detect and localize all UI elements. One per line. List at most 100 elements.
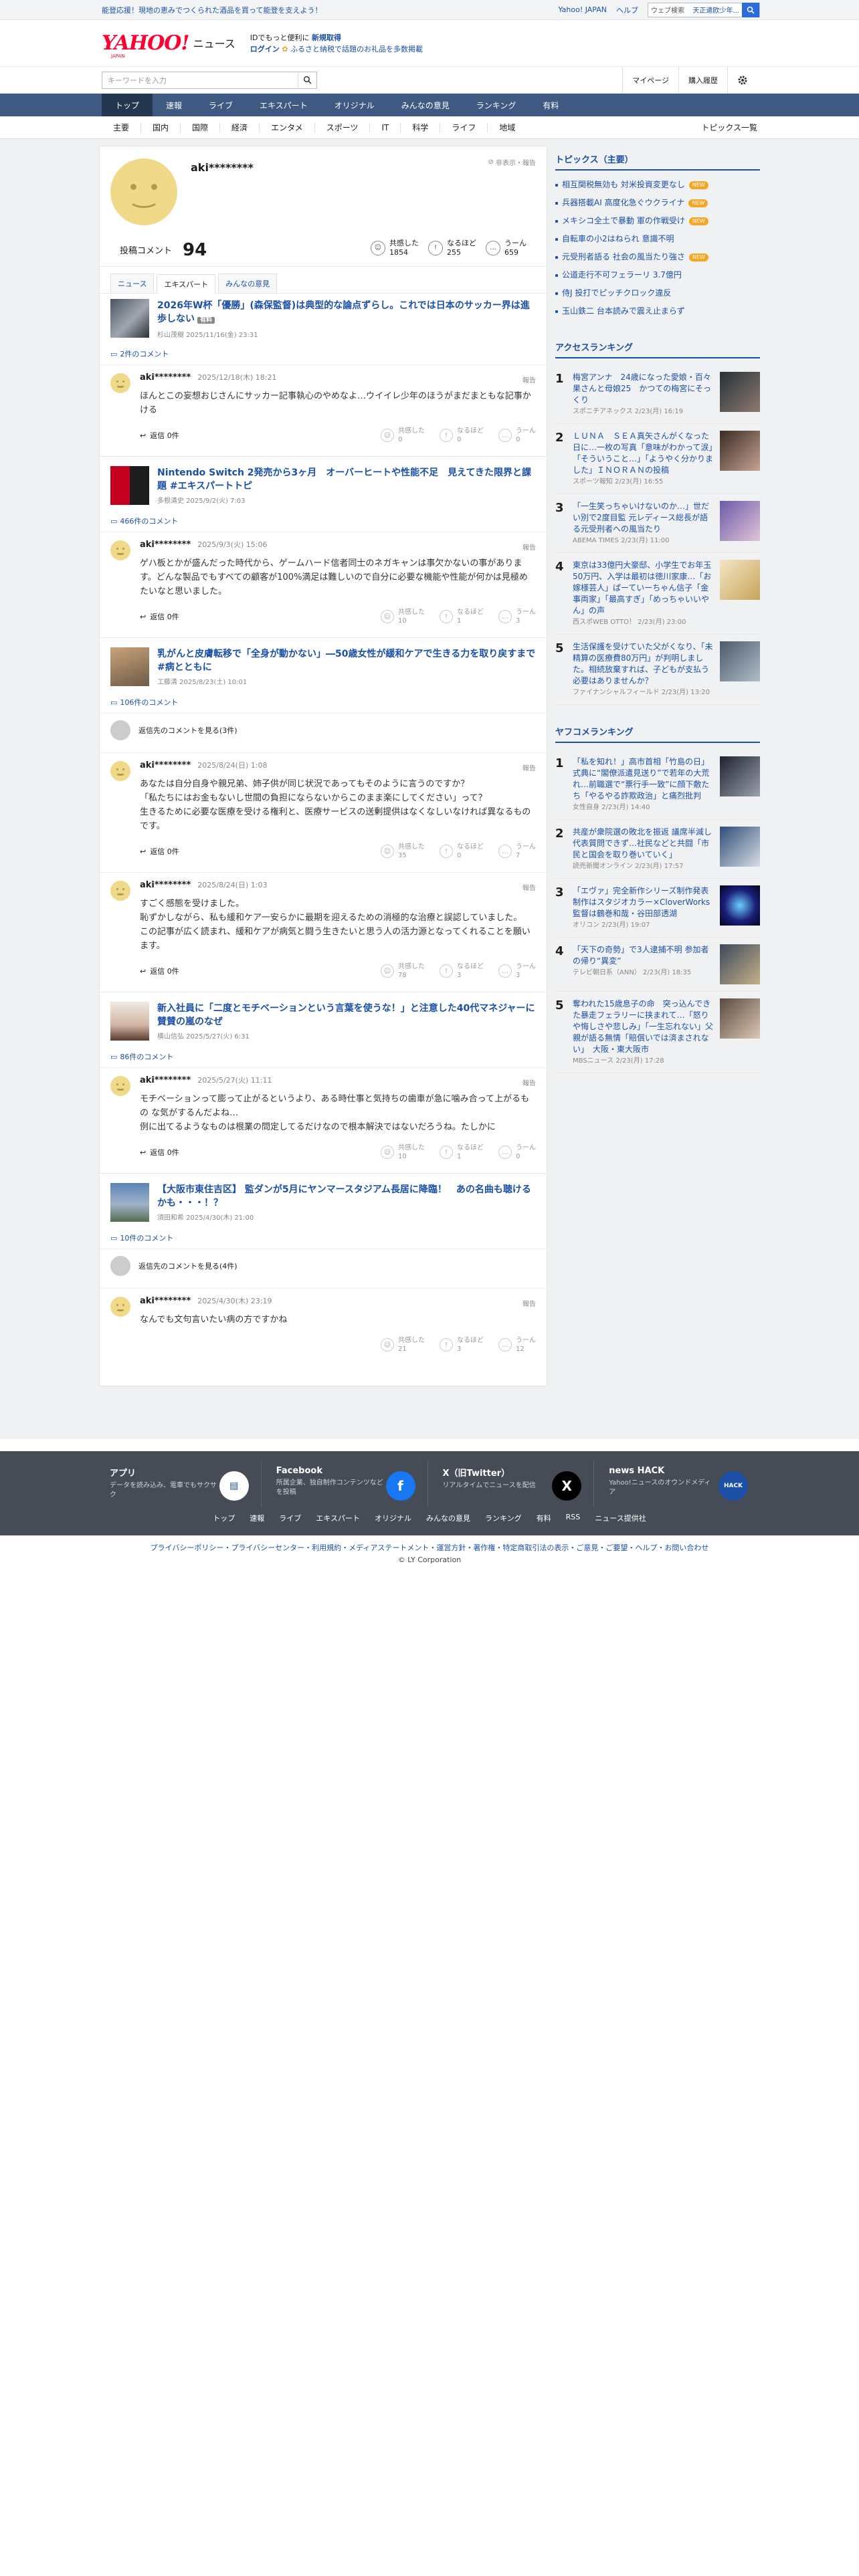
- history-link[interactable]: 購入履歴: [678, 66, 727, 94]
- ranking-item[interactable]: 5 奪われた15歳息子の命 突っ込んできた暴走フェラリーに挟まれて…「怒りや悔しさ…: [555, 992, 760, 1073]
- vote-hmm[interactable]: … うーん 0: [498, 427, 536, 444]
- newshack-card[interactable]: news HACK Yahoo!ニュースのオウンドメディア HACK: [601, 1461, 760, 1507]
- article-link[interactable]: 2026年W杯「優勝」(森保監督)は典型的な論点ずらし。これでは日本のサッカー界…: [110, 299, 536, 339]
- promo-link[interactable]: 能登応援！現地の恵みでつくられた酒品を買って能登を支えよう！: [102, 5, 322, 15]
- parent-comments-link[interactable]: 返信先のコメントを見る(3件): [100, 713, 547, 747]
- policy-links[interactable]: プライバシーポリシー・プライバシーセンター・利用規約・メディアステートメント・運…: [0, 1542, 859, 1553]
- report-link[interactable]: 報告: [522, 1298, 536, 1308]
- reply-button[interactable]: ↩ 返信 0件: [140, 1147, 179, 1158]
- vote-hmm[interactable]: … うーん 3: [498, 608, 536, 625]
- topic-item[interactable]: 兵器搭載AI 高度化急ぐウクライナ NEW: [555, 194, 760, 212]
- nav-expert[interactable]: エキスパート: [246, 94, 321, 116]
- vote-hmm[interactable]: … うーん 3: [498, 962, 536, 980]
- footer-link[interactable]: エキスパート: [316, 1513, 360, 1523]
- report-link[interactable]: 報告: [522, 762, 536, 772]
- report-link[interactable]: 報告: [522, 374, 536, 385]
- footer-link[interactable]: ランキング: [485, 1513, 522, 1523]
- ranking-item[interactable]: 3 「エヴァ」完全新作シリーズ制作発表 制作はスタジオカラー×CloverWork…: [555, 879, 760, 938]
- login-link[interactable]: ログイン: [250, 45, 280, 53]
- reply-button[interactable]: ↩ 返信 0件: [140, 846, 179, 857]
- comment-count-link[interactable]: ▭ 2件のコメント: [110, 348, 536, 359]
- topic-item[interactable]: 相互関税無効も 対米投資変更なし NEW: [555, 176, 760, 194]
- help-link[interactable]: ヘルプ: [616, 5, 638, 15]
- web-search-suggest[interactable]: 天正遣欧少年...: [692, 5, 739, 15]
- vote-insightful[interactable]: ! なるほど 0: [440, 843, 484, 860]
- article-link[interactable]: 新入社員に「二度とモチベーションという言葉を使うな！」と注意した40代マネジャー…: [110, 1002, 536, 1042]
- report-link[interactable]: 報告: [522, 1077, 536, 1087]
- signup-link[interactable]: 新規取得: [312, 33, 341, 42]
- nav-top[interactable]: トップ: [102, 94, 153, 116]
- vote-insightful[interactable]: ! なるほど 1: [440, 608, 484, 625]
- cat-main[interactable]: 主要: [102, 122, 142, 132]
- topic-item[interactable]: 元受刑者語る 社会の風当たり強さ NEW: [555, 248, 760, 266]
- comment-count-link[interactable]: ▭ 86件のコメント: [110, 1051, 536, 1062]
- article-link[interactable]: 乳がんと皮膚転移で「全身が動かない」―50歳女性が緩和ケアで生きる力を取り戻すま…: [110, 647, 536, 687]
- x-card[interactable]: X（旧Twitter） リアルタイムでニュースを配信 X: [435, 1461, 595, 1507]
- comment-count-link[interactable]: ▭ 466件のコメント: [110, 516, 536, 526]
- topics-list-link[interactable]: トピックス一覧: [701, 122, 757, 133]
- topic-item[interactable]: メキシコ全土で暴動 軍の作戦受け NEW: [555, 212, 760, 230]
- cat-sports[interactable]: スポーツ: [315, 122, 371, 132]
- vote-agree[interactable]: ☺ 共感した 10: [381, 1144, 425, 1161]
- hide-report-link[interactable]: ⊘ 非表示・報告: [488, 157, 536, 167]
- keyword-search-button[interactable]: [298, 72, 316, 88]
- footer-link[interactable]: 有料: [537, 1513, 551, 1523]
- footer-link[interactable]: RSS: [566, 1513, 581, 1523]
- ranking-item[interactable]: 3 「一生笑っちゃいけないのか…」世だい別で2度目監 元レディース総長が語る元受刑…: [555, 494, 760, 553]
- article-link[interactable]: 【大阪市東住吉区】 監ダンが5月にヤンマースタジアム長居に降臨！ あの名曲も聴け…: [110, 1183, 536, 1223]
- app-card[interactable]: アプリ データを読み込み、電車でもサクサク ▤: [102, 1461, 262, 1507]
- vote-agree[interactable]: ☺ 共感した 21: [381, 1336, 425, 1354]
- vote-hmm[interactable]: … うーん 12: [498, 1336, 536, 1354]
- topic-item[interactable]: 侍J 投打でピッチクロック違反: [555, 284, 760, 302]
- footer-link[interactable]: トップ: [213, 1513, 235, 1523]
- topic-item[interactable]: 公道走行不可フェラーリ 3.7億円: [555, 266, 760, 284]
- tab-news[interactable]: ニュース: [110, 274, 155, 293]
- ranking-item[interactable]: 2 ＬＵＮＡ ＳＥＡ真矢さんがくなった日に…一枚の写真「意味がわかって涙」「そうい…: [555, 424, 760, 494]
- nav-breaking[interactable]: 速報: [153, 94, 195, 116]
- footer-link[interactable]: ニュース提供社: [595, 1513, 646, 1523]
- vote-insightful[interactable]: ! なるほど 1: [440, 1144, 484, 1161]
- vote-hmm[interactable]: … うーん 7: [498, 843, 536, 860]
- nav-paid[interactable]: 有料: [529, 94, 572, 116]
- footer-link[interactable]: ライブ: [279, 1513, 301, 1523]
- cat-it[interactable]: IT: [370, 122, 401, 132]
- ranking-item[interactable]: 1 「私を知れ！」高市首相「竹島の日」式典に“閣僚派遣見送り”で若年の大荒れ…前職…: [555, 750, 760, 820]
- topic-item[interactable]: 自転車の小2はねられ 意識不明: [555, 230, 760, 248]
- topic-item[interactable]: 玉山鉄二 台本読みで震え止まらず: [555, 302, 760, 320]
- ranking-item[interactable]: 4 東京は33億円大豪邸、小学生でお年玉50万円、入学は最初は徳川家康…「お嫁様芸…: [555, 553, 760, 635]
- settings-button[interactable]: [727, 66, 757, 94]
- tab-expert[interactable]: エキスパート: [157, 274, 216, 294]
- vote-agree[interactable]: ☺ 共感した 10: [381, 608, 425, 625]
- web-search-input[interactable]: ウェブ検索 天正遣欧少年...: [648, 5, 742, 15]
- reply-button[interactable]: ↩ 返信 0件: [140, 611, 179, 622]
- vote-hmm[interactable]: … うーん 0: [498, 1144, 536, 1161]
- footer-link[interactable]: オリジナル: [375, 1513, 411, 1523]
- comment-count-link[interactable]: ▭ 106件のコメント: [110, 697, 536, 708]
- cat-world[interactable]: 国際: [181, 122, 221, 132]
- furusato-link[interactable]: ふるさと納税で話題のお礼品を多数掲載: [290, 45, 423, 53]
- footer-link[interactable]: みんなの意見: [426, 1513, 470, 1523]
- cat-economy[interactable]: 経済: [220, 122, 260, 132]
- vote-agree[interactable]: ☺ 共感した 78: [381, 962, 425, 980]
- nav-opinions[interactable]: みんなの意見: [388, 94, 463, 116]
- mypage-link[interactable]: マイページ: [622, 66, 678, 94]
- cat-life[interactable]: ライフ: [440, 122, 488, 132]
- reply-button[interactable]: ↩ 返信 0件: [140, 430, 179, 441]
- article-title[interactable]: Nintendo Switch 2発売から3ヶ月 オーバーヒートや性能不足 見え…: [157, 467, 531, 492]
- keyword-input[interactable]: キーワードを入力: [102, 72, 298, 88]
- article-title[interactable]: 【大阪市東住吉区】 監ダンが5月にヤンマースタジアム長居に降臨！ あの名曲も聴け…: [157, 1184, 531, 1208]
- yahoo-news-logo[interactable]: YAHOO! JAPAN ニュース: [102, 33, 235, 59]
- reply-button[interactable]: ↩ 返信 0件: [140, 966, 179, 976]
- footer-link[interactable]: 速報: [250, 1513, 264, 1523]
- vote-agree[interactable]: ☺ 共感した 0: [381, 427, 425, 444]
- web-search-button[interactable]: [742, 2, 759, 17]
- nav-ranking[interactable]: ランキング: [463, 94, 530, 116]
- article-link[interactable]: Nintendo Switch 2発売から3ヶ月 オーバーヒートや性能不足 見え…: [110, 466, 536, 506]
- vote-agree[interactable]: ☺ 共感した 35: [381, 843, 425, 860]
- article-title[interactable]: 乳がんと皮膚転移で「全身が動かない」―50歳女性が緩和ケアで生きる力を取り戻すま…: [157, 649, 535, 673]
- ranking-item[interactable]: 2 共産が衆院選の敗北を振返 議席半減し代表質問できず…社民などと共闘「市民と国会…: [555, 820, 760, 879]
- article-title[interactable]: 新入社員に「二度とモチベーションという言葉を使うな！」と注意した40代マネジャー…: [157, 1003, 535, 1027]
- vote-insightful[interactable]: ! なるほど 3: [440, 962, 484, 980]
- report-link[interactable]: 報告: [522, 542, 536, 552]
- ranking-item[interactable]: 1 梅宮アンナ 24歳になった愛娘・百々果さんと母娘25 かつての梅宮にそっくりス…: [555, 365, 760, 424]
